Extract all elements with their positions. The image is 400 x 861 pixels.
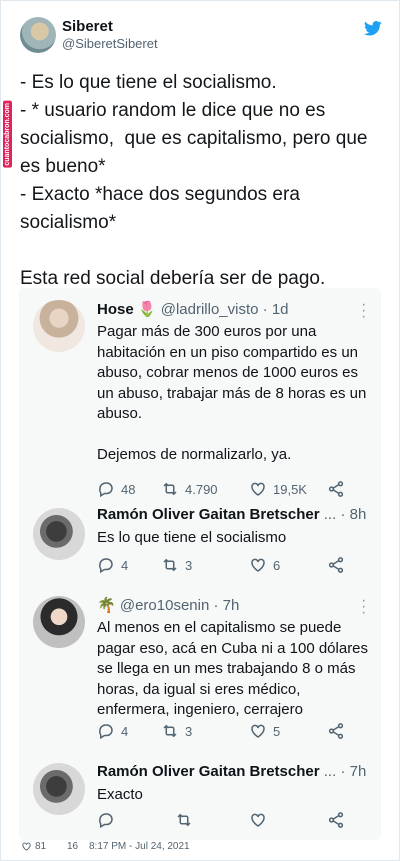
tweet-footer: 81 16 8:17 PM - Jul 24, 2021 bbox=[19, 839, 381, 855]
reply-icon bbox=[99, 558, 113, 574]
twitter-bird-icon[interactable] bbox=[364, 21, 382, 36]
tweet-body: Pagar más de 300 euros por una habitació… bbox=[97, 323, 367, 463]
like-count: 19,5K bbox=[273, 481, 307, 497]
retweet-count: 4.790 bbox=[185, 481, 218, 497]
reply-count: 4 bbox=[121, 723, 129, 739]
tweet-line bbox=[20, 237, 382, 265]
tweet-time: · 8h bbox=[340, 506, 367, 523]
heart-icon bbox=[251, 482, 265, 496]
tweet-body: Exacto bbox=[97, 786, 143, 803]
share-button[interactable] bbox=[327, 480, 345, 498]
tweet-actions: 4 3 6 bbox=[97, 556, 359, 576]
share-icon bbox=[328, 812, 344, 828]
tweet-meta: Ramón Oliver Gaitan Bretscher ... · 8h bbox=[97, 506, 367, 523]
tweet-line: - Es lo que tiene el socialismo. bbox=[20, 72, 277, 93]
author-badge: 🌷 bbox=[137, 301, 157, 318]
author-handle[interactable]: @ladrillo_visto bbox=[161, 301, 259, 318]
reply-icon bbox=[99, 482, 113, 498]
like-count: 81 bbox=[35, 841, 47, 852]
tweet-body: Es lo que tiene el socialismo bbox=[97, 529, 287, 546]
like-count: 6 bbox=[273, 557, 281, 573]
embedded-tweet: Hose 🌷 @ladrillo_visto · 1d · · · Pagar má… bbox=[19, 297, 381, 500]
author-name[interactable]: Ramón Oliver Gaitan Bretscher bbox=[97, 763, 320, 780]
tweet-time: · 7h bbox=[340, 763, 367, 780]
retweet-icon bbox=[177, 813, 191, 827]
reply-count: 4 bbox=[121, 557, 129, 573]
author-ellipsis: ... bbox=[323, 506, 337, 523]
share-icon bbox=[328, 723, 344, 739]
reply-button[interactable]: 4 bbox=[97, 556, 128, 574]
retweet-button[interactable] bbox=[175, 811, 193, 829]
heart-icon[interactable] bbox=[21, 841, 32, 852]
watermark-strip: cuantocabron.com bbox=[3, 101, 15, 221]
retweet-count: 16 bbox=[67, 841, 79, 852]
like-button[interactable] bbox=[249, 811, 267, 829]
embedded-screenshot: Hose 🌷 @ladrillo_visto · 1d · · · Pagar má… bbox=[19, 288, 381, 840]
share-icon bbox=[328, 481, 344, 497]
author-name[interactable]: Hose bbox=[97, 301, 134, 318]
heart-icon bbox=[251, 724, 265, 738]
retweet-icon bbox=[163, 482, 177, 496]
reply-icon bbox=[99, 724, 113, 740]
tweet-card: Siberet @SiberetSiberet cuantocabron.com… bbox=[0, 0, 400, 861]
heart-icon bbox=[251, 813, 265, 827]
like-button[interactable]: 5 bbox=[249, 722, 280, 740]
reply-button[interactable]: 4 bbox=[97, 722, 128, 740]
avatar[interactable] bbox=[33, 763, 85, 815]
retweet-button[interactable]: 4.790 bbox=[161, 480, 218, 498]
embedded-tweet: 🌴 @ero10senin · 7h · · · Al menos en el ca… bbox=[19, 593, 381, 746]
retweet-icon bbox=[163, 724, 177, 738]
reply-icon bbox=[99, 813, 113, 829]
retweet-icon bbox=[163, 558, 177, 572]
retweet-count: 3 bbox=[185, 723, 193, 739]
reply-count: 48 bbox=[121, 481, 136, 497]
tweet-body: Al menos en el capitalismo se puede paga… bbox=[97, 619, 373, 718]
tweet-header: Siberet @SiberetSiberet bbox=[20, 17, 382, 57]
tweet-meta: 🌴 @ero10senin · 7h bbox=[97, 596, 367, 614]
tweet-meta: Hose 🌷 @ladrillo_visto · 1d bbox=[97, 300, 367, 318]
share-icon bbox=[328, 557, 344, 573]
share-button[interactable] bbox=[327, 811, 345, 829]
author-badge: 🌴 bbox=[97, 597, 116, 614]
tweet-line: - * usuario random le dice que no es soc… bbox=[20, 100, 373, 177]
author-name[interactable]: Siberet bbox=[62, 18, 113, 35]
retweet-count: 3 bbox=[185, 557, 193, 573]
author-name[interactable]: Ramón Oliver Gaitan Bretscher bbox=[97, 506, 320, 523]
more-icon[interactable]: · · · bbox=[361, 297, 367, 325]
embedded-tweet: Ramón Oliver Gaitan Bretscher ... · 7h E… bbox=[19, 763, 381, 835]
reply-button[interactable] bbox=[97, 811, 115, 829]
embedded-tweet: Ramón Oliver Gaitan Bretscher ... · 8h E… bbox=[19, 506, 381, 586]
tweet-time: · 7h bbox=[213, 597, 240, 614]
avatar[interactable] bbox=[33, 508, 85, 560]
tweet-actions bbox=[97, 811, 359, 831]
author-ellipsis: ... bbox=[323, 763, 337, 780]
share-button[interactable] bbox=[327, 722, 345, 740]
watermark-text: cuantocabron.com bbox=[3, 101, 12, 168]
author-handle[interactable]: @SiberetSiberet bbox=[62, 36, 158, 51]
like-count: 5 bbox=[273, 723, 281, 739]
heart-icon bbox=[251, 558, 265, 572]
avatar[interactable] bbox=[33, 300, 85, 352]
reply-button[interactable]: 48 bbox=[97, 480, 135, 498]
retweet-button[interactable]: 3 bbox=[161, 722, 192, 740]
author-handle[interactable]: @ero10senin bbox=[120, 597, 209, 614]
retweet-button[interactable]: 3 bbox=[161, 556, 192, 574]
tweet-meta: Ramón Oliver Gaitan Bretscher ... · 7h bbox=[97, 763, 367, 780]
more-icon[interactable]: · · · bbox=[361, 593, 367, 621]
tweet-timestamp[interactable]: 8:17 PM - Jul 24, 2021 bbox=[89, 841, 190, 852]
like-button[interactable]: 19,5K bbox=[249, 480, 307, 498]
tweet-actions: 48 4.790 19,5K bbox=[97, 480, 359, 500]
tweet-actions: 4 3 5 bbox=[97, 722, 359, 742]
share-button[interactable] bbox=[327, 556, 345, 574]
avatar[interactable] bbox=[20, 17, 56, 53]
avatar[interactable] bbox=[33, 596, 85, 648]
like-button[interactable]: 6 bbox=[249, 556, 280, 574]
tweet-time: · 1d bbox=[262, 301, 289, 318]
tweet-text: - Es lo que tiene el socialismo. - * usu… bbox=[20, 69, 382, 293]
tweet-line: - Exacto *hace dos segundos era socialis… bbox=[20, 184, 306, 233]
